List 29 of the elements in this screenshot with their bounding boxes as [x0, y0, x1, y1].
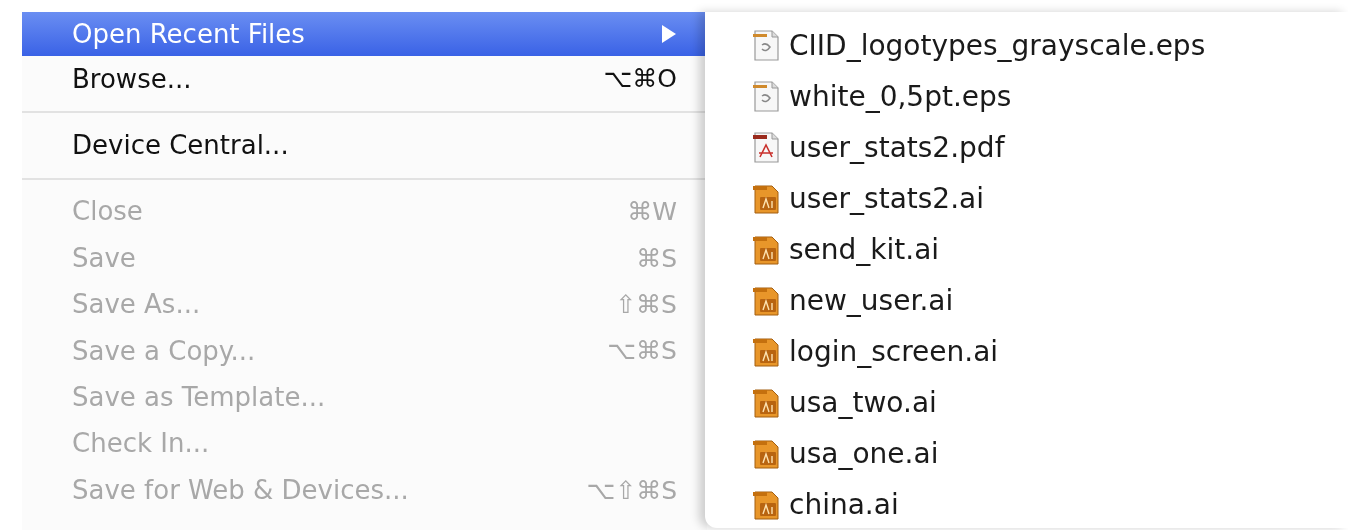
illustrator-file-icon [751, 182, 781, 215]
menu-item[interactable]: Device Central... [22, 122, 707, 169]
illustrator-file-icon [751, 284, 781, 317]
shortcut-label: ⌥⌘O [603, 63, 677, 96]
document-icon [751, 80, 781, 113]
shortcut-label: ⌘S [636, 242, 677, 275]
recent-file-item[interactable]: usa_two.ai [789, 381, 937, 424]
illustrator-file-icon [751, 488, 781, 521]
recent-file-item[interactable]: login_screen.ai [789, 330, 999, 373]
recent-file-item[interactable]: white_0,5pt.eps [789, 75, 1012, 118]
recent-file-item[interactable]: new_user.ai [789, 279, 954, 322]
recent-file-item[interactable]: user_stats2.ai [789, 177, 984, 220]
illustrator-file-icon [751, 233, 781, 266]
shortcut-label: ⌘W [627, 196, 677, 229]
illustrator-file-icon [751, 386, 781, 419]
document-icon [751, 29, 781, 62]
shortcut-label: ⌥⇧⌘S [586, 474, 677, 507]
menu-item[interactable]: Browse... ⌥⌘O [22, 56, 707, 103]
recent-file-item[interactable]: CIID_logotypes_grayscale.eps [789, 24, 1206, 67]
menu-item[interactable]: Open Recent Files [22, 12, 707, 56]
shortcut-label: ⇧⌘S [615, 289, 677, 321]
recent-file-item[interactable]: user_stats2.pdf [789, 126, 1005, 169]
shortcut-label: ⌥⌘S [607, 335, 677, 368]
recent-file-item[interactable]: usa_one.ai [789, 432, 939, 475]
recent-file-item[interactable]: china.ai [789, 483, 899, 526]
pdf-file-icon [751, 131, 781, 164]
illustrator-file-icon [751, 437, 781, 470]
illustrator-file-icon [751, 335, 781, 368]
recent-file-item[interactable]: send_kit.ai [789, 228, 940, 271]
